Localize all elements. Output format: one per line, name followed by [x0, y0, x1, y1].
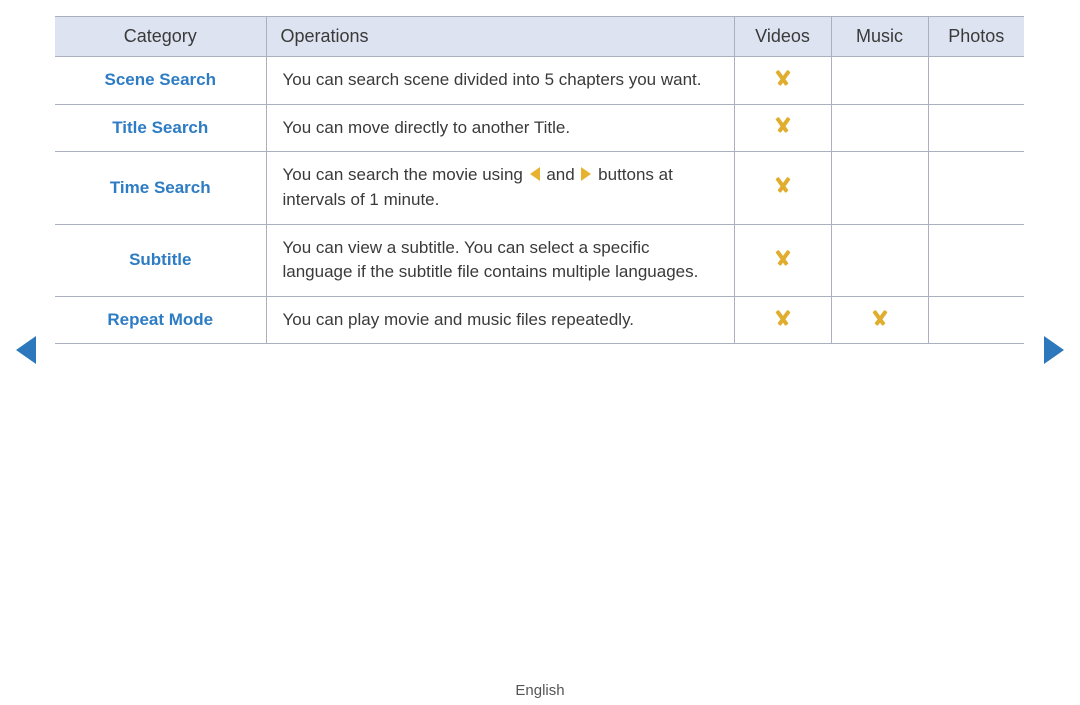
- table-row: Scene Search You can search scene divide…: [55, 56, 1024, 105]
- row-music-mark: [830, 224, 928, 297]
- column-header-operations: Operations: [265, 16, 734, 57]
- row-videos-mark: [733, 151, 831, 225]
- row-category-label: Subtitle: [55, 224, 266, 297]
- column-header-category: Category: [55, 16, 266, 57]
- row-category-label: Title Search: [55, 104, 266, 153]
- row-category-label: Repeat Mode: [55, 296, 266, 345]
- column-header-music: Music: [830, 16, 928, 57]
- row-photos-mark: [927, 104, 1024, 153]
- column-header-photos: Photos: [927, 16, 1024, 57]
- row-videos-mark: [733, 296, 831, 345]
- operations-text-segment: and: [546, 165, 575, 185]
- row-music-mark: [830, 104, 928, 153]
- triangle-right-icon: [581, 167, 592, 182]
- row-photos-mark: [927, 56, 1024, 105]
- row-music-mark: [830, 56, 928, 105]
- row-photos-mark: [927, 151, 1024, 225]
- chevron-down-icon: [867, 310, 893, 326]
- row-operations-text: You can search the movie using and butto…: [265, 151, 734, 225]
- row-photos-mark: [927, 224, 1024, 297]
- table-body: Scene Search You can search scene divide…: [55, 56, 1024, 345]
- row-videos-mark: [733, 224, 831, 297]
- row-operations-text: You can search scene divided into 5 chap…: [265, 56, 734, 105]
- table-row: Repeat Mode You can play movie and music…: [55, 296, 1024, 345]
- operations-text-segment: You can search the movie using: [282, 165, 523, 185]
- spec-table-container: Category Operations Videos Music Photos …: [55, 16, 1080, 345]
- media-function-table: Category Operations Videos Music Photos …: [55, 16, 1024, 345]
- chevron-down-icon: [770, 70, 796, 86]
- table-row: Title Search You can move directly to an…: [55, 104, 1024, 153]
- table-header: Category Operations Videos Music Photos: [55, 16, 1024, 57]
- table-row: Time Search You can search the movie usi…: [55, 151, 1024, 225]
- row-music-mark: [830, 296, 928, 345]
- page-root: Category Operations Videos Music Photos …: [0, 0, 1080, 705]
- row-videos-mark: [733, 56, 831, 105]
- row-operations-text: You can view a subtitle. You can select …: [265, 224, 734, 297]
- table-row: Subtitle You can view a subtitle. You ca…: [55, 224, 1024, 297]
- row-photos-mark: [927, 296, 1024, 345]
- chevron-down-icon: [770, 250, 796, 266]
- row-music-mark: [830, 151, 928, 225]
- table-header-row: Category Operations Videos Music Photos: [55, 16, 1024, 57]
- row-operations-text: You can play movie and music files repea…: [265, 296, 734, 345]
- chevron-down-icon: [770, 177, 796, 193]
- row-videos-mark: [733, 104, 831, 153]
- row-category-label: Scene Search: [55, 56, 266, 105]
- chevron-down-icon: [770, 310, 796, 326]
- triangle-left-icon: [529, 167, 540, 182]
- chevron-down-icon: [770, 117, 796, 133]
- footer-language-label: English: [515, 682, 565, 699]
- triangle-left-icon[interactable]: [16, 336, 36, 364]
- column-header-videos: Videos: [733, 16, 831, 57]
- row-operations-text: You can move directly to another Title.: [265, 104, 734, 153]
- row-category-label: Time Search: [55, 151, 266, 225]
